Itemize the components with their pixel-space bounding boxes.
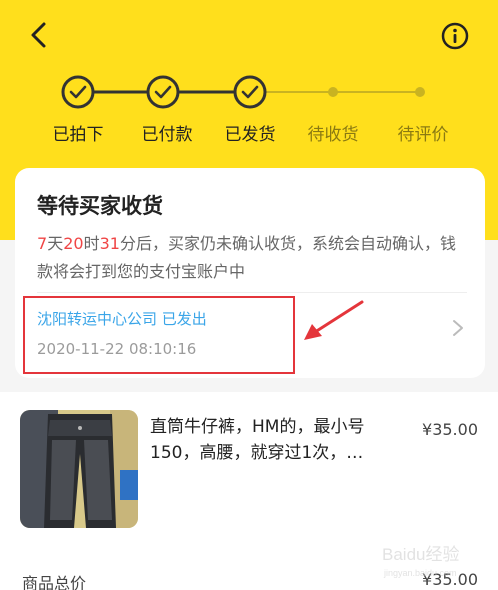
step-dot-pending bbox=[415, 87, 425, 97]
countdown-days: 7 bbox=[37, 234, 48, 253]
countdown-text: 7天20时31分后，买家仍未确认收货，系统会自动确认，钱款将会打到您的支付宝账户… bbox=[37, 230, 467, 286]
countdown-minutes-unit: 分后， bbox=[119, 234, 168, 253]
annotation-highlight-box bbox=[23, 296, 295, 374]
countdown-minutes: 31 bbox=[99, 234, 120, 253]
card-divider bbox=[37, 292, 467, 293]
countdown-hours: 20 bbox=[63, 234, 84, 253]
step-label-shipped: 已发货 bbox=[224, 125, 276, 145]
step-label-paid: 已付款 bbox=[141, 125, 193, 145]
product-thumbnail bbox=[20, 410, 138, 528]
baidu-watermark: Baidu经验 jingyan.baidu.com bbox=[376, 534, 486, 584]
countdown-days-unit: 天 bbox=[47, 234, 64, 253]
back-arrow-icon[interactable] bbox=[26, 20, 52, 50]
chevron-right-icon bbox=[453, 320, 463, 336]
product-item[interactable]: 直筒牛仔裤，HM的，最小号150，高腰，就穿过1次，… ¥35.00 bbox=[0, 392, 498, 542]
watermark-subtext: jingyan.baidu.com bbox=[383, 568, 457, 578]
step-label-awaiting-receipt: 待收货 bbox=[307, 125, 359, 145]
check-icon bbox=[233, 75, 267, 109]
progress-track bbox=[61, 75, 425, 109]
step-label-ordered: 已拍下 bbox=[52, 125, 104, 145]
watermark-text: Baidu经验 bbox=[382, 545, 459, 564]
check-icon bbox=[61, 75, 95, 109]
product-title: 直筒牛仔裤，HM的，最小号150，高腰，就穿过1次，… bbox=[150, 417, 365, 463]
status-title: 等待买家收货 bbox=[37, 194, 163, 218]
annotation-arrow-icon bbox=[304, 300, 364, 340]
countdown-hours-unit: 时 bbox=[83, 234, 100, 253]
info-icon[interactable] bbox=[441, 22, 469, 50]
product-price: ¥35.00 bbox=[422, 420, 478, 439]
order-progress: 已拍下 已付款 已发货 待收货 待评价 bbox=[0, 72, 498, 152]
check-icon bbox=[146, 75, 180, 109]
step-label-awaiting-review: 待评价 bbox=[397, 125, 449, 145]
step-dot-pending bbox=[328, 87, 338, 97]
total-label: 商品总价 bbox=[22, 574, 87, 590]
